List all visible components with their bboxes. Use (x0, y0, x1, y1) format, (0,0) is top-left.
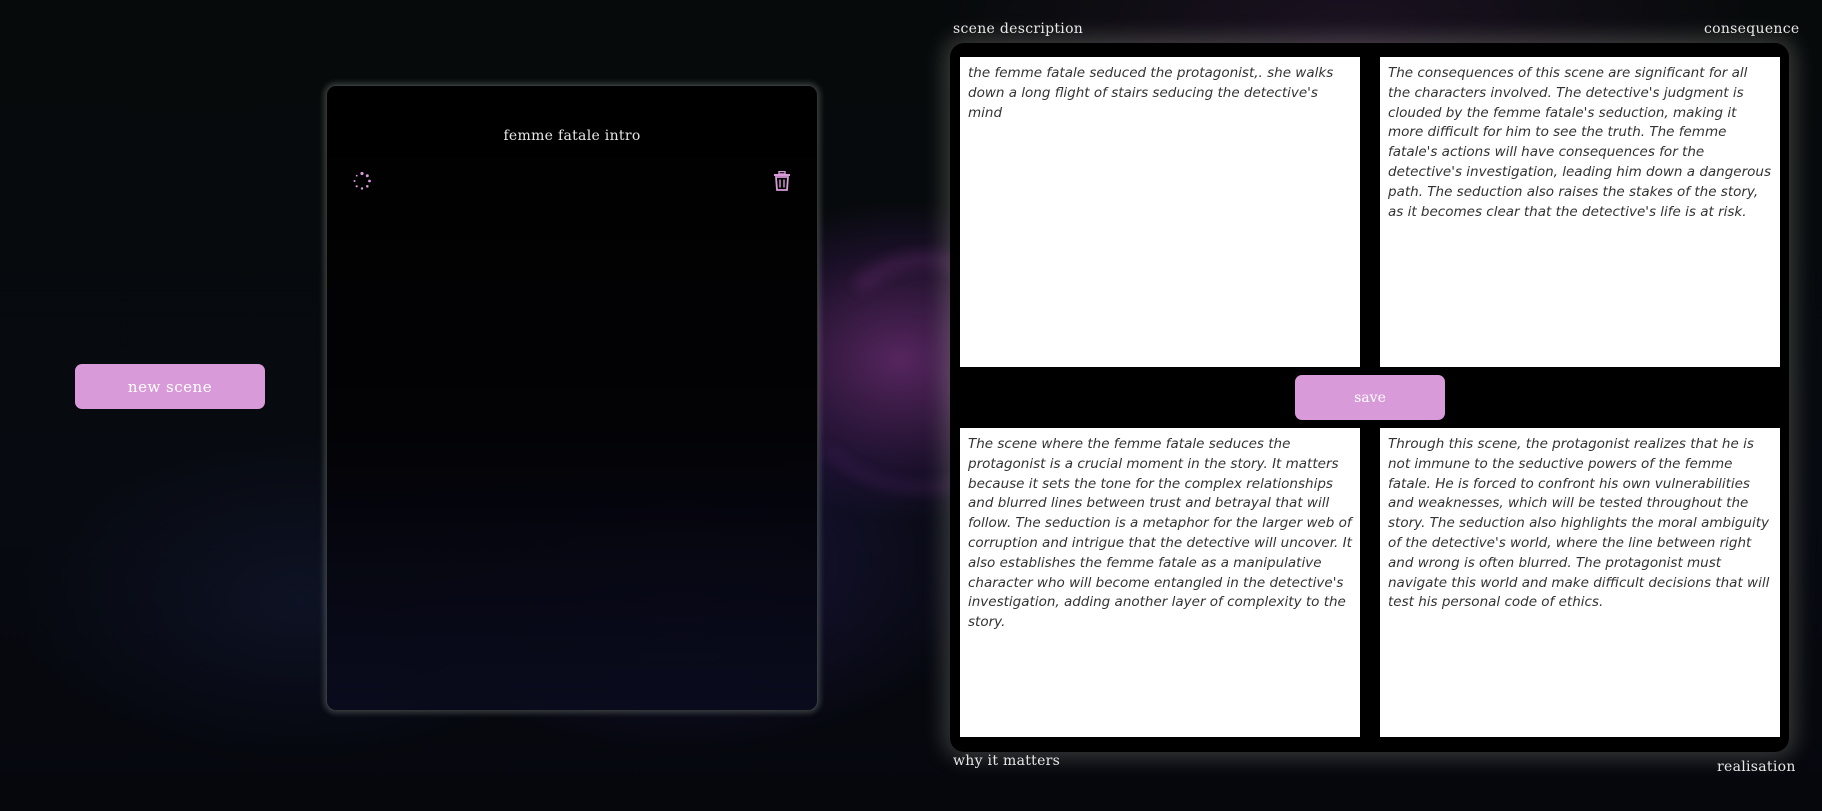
realisation-field[interactable]: Through this scene, the protagonist real… (1380, 428, 1780, 737)
new-scene-button[interactable]: new scene (75, 364, 265, 409)
scene-title: femme fatale intro (503, 128, 641, 144)
scene-description-field[interactable]: the femme fatale seduced the protagonist… (960, 57, 1360, 367)
app-background: new scene femme fatale intro scene descr… (0, 0, 1822, 811)
consequence-field[interactable]: The consequences of this scene are signi… (1380, 57, 1780, 367)
spinner-icon (352, 171, 372, 191)
consequence-label: consequence (1704, 21, 1800, 37)
trash-icon[interactable] (773, 170, 791, 191)
why-it-matters-label: why it matters (953, 753, 1061, 769)
save-button[interactable]: save (1295, 375, 1445, 420)
realisation-label: realisation (1717, 759, 1796, 775)
scene-description-label: scene description (953, 21, 1084, 37)
why-it-matters-field[interactable]: The scene where the femme fatale seduces… (960, 428, 1360, 737)
scene-card[interactable]: femme fatale intro (326, 85, 818, 711)
